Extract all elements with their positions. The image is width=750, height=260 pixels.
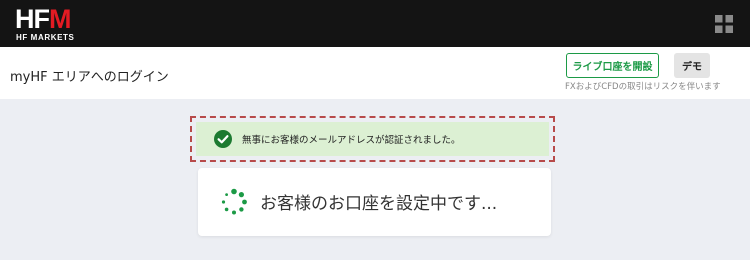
top-bar: HFM HF MARKETS	[0, 0, 750, 47]
logo-wordmark-right: M	[49, 4, 71, 34]
logo-subtitle: HF MARKETS	[16, 33, 75, 42]
page-title: myHF エリアへのログイン	[10, 70, 169, 85]
loading-message: お客様のお口座を設定中です...	[260, 194, 498, 214]
open-live-account-button[interactable]: ライブ口座を開設	[566, 53, 659, 78]
success-notice-body: 無事にお客様のメールアドレスが認証されました。	[196, 122, 549, 156]
demo-button[interactable]: デモ	[674, 53, 710, 78]
logo-wordmark: HFM	[15, 6, 71, 33]
logo-wordmark-left: HF	[15, 4, 50, 34]
hfm-logo[interactable]: HFM HF MARKETS	[15, 6, 87, 43]
success-notice: 無事にお客様のメールアドレスが認証されました。	[190, 116, 555, 162]
spinner-icon	[220, 188, 248, 216]
check-circle-icon	[214, 130, 232, 148]
loading-card: お客様のお口座を設定中です...	[198, 168, 551, 236]
success-message: 無事にお客様のメールアドレスが認証されました。	[242, 135, 461, 146]
risk-warning: FXおよびCFDの取引はリスクを伴います	[565, 82, 721, 92]
apps-grid-icon[interactable]	[715, 15, 733, 33]
